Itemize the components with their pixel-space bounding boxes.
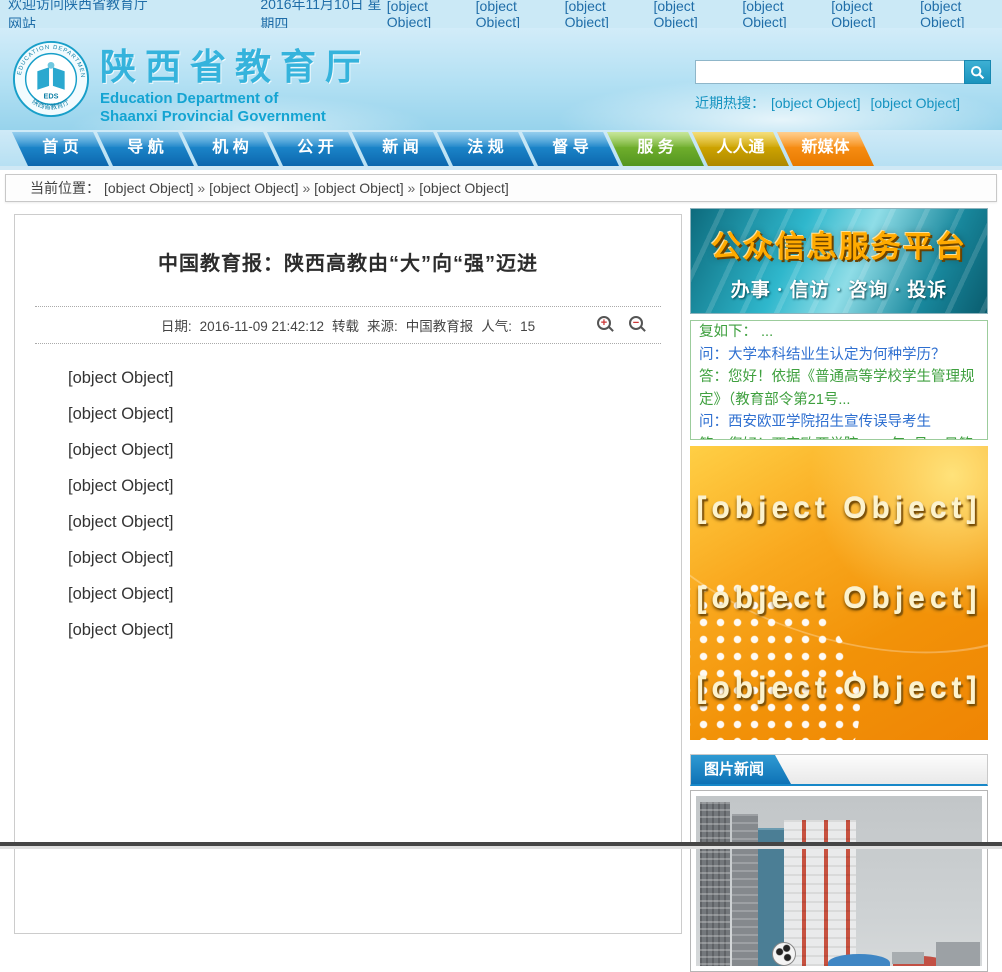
- qa-item[interactable]: 答：您好！依据《普通高等学校学生管理规定》（教育部令第21号...: [699, 366, 979, 411]
- topbar-link[interactable]: [object Object]: [831, 0, 905, 30]
- article-paragraph: [object Object]: [35, 540, 661, 576]
- agency-spirit-banner[interactable]: [object Object] [object Object] [object Ob…: [690, 446, 988, 740]
- meta-source-label: 来源:: [367, 319, 398, 334]
- logo-book-left: [37, 67, 49, 89]
- meta-views-label: 人气:: [481, 319, 512, 334]
- photo-tower-mid: [732, 814, 758, 966]
- banner2-line: [object Object]: [690, 582, 988, 616]
- zoom-in-icon[interactable]: [597, 316, 611, 330]
- banner1-subtitle: 办事 · 信访 · 咨询 · 投诉: [691, 275, 987, 302]
- photo-news-image[interactable]: [690, 790, 988, 972]
- hot-search-term[interactable]: [object Object]: [871, 95, 961, 111]
- article-panel: 中国教育报：陕西高教由“大”向“强”迈进 日期: 2016-11-09 21:42…: [14, 214, 682, 934]
- breadcrumb-item[interactable]: [object Object]: [299, 180, 404, 196]
- article-paragraph: [object Object]: [35, 612, 661, 648]
- topbar-link[interactable]: [object Object]: [565, 0, 639, 30]
- qa-list: 复如下： ...问：大学本科结业生认定为何种学历？答：您好！依据《普通高等学校学…: [690, 320, 988, 440]
- meta-date-label: 日期:: [161, 319, 192, 334]
- nav-tab[interactable]: 督 导: [522, 132, 619, 166]
- photo-soccer-ball: [772, 942, 796, 966]
- topbar-link[interactable]: [object Object]: [476, 0, 550, 30]
- site-logo: EDUCATION DEPARTMENT OF SHAANXI 陕西省教育厅 E…: [12, 40, 90, 118]
- topbar-link[interactable]: [object Object]: [387, 0, 461, 30]
- topbar-links: [object Object] [object Object] [object Ob…: [387, 0, 994, 30]
- nav-tab[interactable]: 公 开: [267, 132, 364, 166]
- nav-tab[interactable]: 首 页: [12, 132, 109, 166]
- qa-item[interactable]: 复如下： ...: [699, 321, 979, 344]
- hot-search-label: 近期热搜：: [695, 95, 765, 111]
- hot-search-row: 近期热搜： [object Object] [object Object]: [695, 93, 991, 113]
- article-paragraph: [object Object]: [35, 468, 661, 504]
- search-button[interactable]: [964, 60, 991, 84]
- article-meta: 日期: 2016-11-09 21:42:12 转载来源: 中国教育报人气: 15: [35, 306, 661, 344]
- breadcrumb: 当前位置：[object Object][object Object][obje…: [5, 174, 997, 202]
- breadcrumb-item[interactable]: [object Object]: [194, 180, 299, 196]
- logo-book-right: [53, 67, 65, 89]
- logo-emblem-icon: EDUCATION DEPARTMENT OF SHAANXI 陕西省教育厅 E…: [12, 40, 90, 118]
- site-subtitle-line2: Shaanxi Provincial Government: [100, 108, 370, 126]
- search-input[interactable]: [695, 60, 964, 84]
- topbar-link[interactable]: [object Object]: [742, 0, 816, 30]
- site-subtitle-line1: Education Department of: [100, 90, 370, 108]
- site-titles: 陕西省教育厅 Education Department of Shaanxi P…: [100, 38, 370, 126]
- nav-tab[interactable]: 法 规: [437, 132, 534, 166]
- breadcrumb-item[interactable]: [object Object]: [104, 180, 194, 196]
- article-paragraph: [object Object]: [35, 432, 661, 468]
- qa-item[interactable]: 问：西安欧亚学院招生宣传误导考生: [699, 411, 979, 434]
- sidebar: 公众信息服务平台 办事 · 信访 · 咨询 · 投诉 复如下： ...问：大学本…: [690, 208, 988, 972]
- nav-tab[interactable]: 人人通: [692, 132, 789, 166]
- article-paragraph: [object Object]: [35, 396, 661, 432]
- photo-news-header: 图片新闻: [690, 754, 988, 786]
- meta-repost: 转载: [332, 319, 359, 334]
- topbar: 欢迎访问陕西省教育厅网站 2016年11月10日 星期四 [object Obj…: [0, 0, 1002, 28]
- photo-news-title-tab: 图片新闻: [691, 755, 791, 784]
- search-area: 近期热搜： [object Object] [object Object]: [695, 60, 991, 113]
- nav-tab[interactable]: 新媒体: [777, 132, 874, 166]
- campus-photo: [696, 796, 982, 966]
- meta-date: 2016-11-09 21:42:12: [200, 319, 324, 334]
- logo-leaf: [48, 62, 55, 69]
- site-header: EDUCATION DEPARTMENT OF SHAANXI 陕西省教育厅 E…: [0, 28, 1002, 130]
- nav-tab[interactable]: 机 构: [182, 132, 279, 166]
- article-paragraph: [object Object]: [35, 576, 661, 612]
- svg-text:EDS: EDS: [43, 92, 58, 101]
- nav-tab[interactable]: 导 航: [97, 132, 194, 166]
- meta-source: 中国教育报: [406, 319, 474, 334]
- topbar-link[interactable]: [object Object]: [653, 0, 727, 30]
- public-info-service-banner[interactable]: 公众信息服务平台 办事 · 信访 · 咨询 · 投诉: [690, 208, 988, 314]
- photo-canopy-blue: [828, 954, 890, 966]
- article-body: [object Object][object Object][object Ob…: [35, 360, 661, 648]
- photo-tower-left: [700, 802, 730, 966]
- hot-search-term[interactable]: [object Object]: [771, 95, 861, 111]
- banner2-line: [object Object]: [690, 672, 988, 706]
- bottom-strip: [0, 842, 1002, 849]
- text-zoom-controls: [593, 316, 647, 330]
- search-icon: [970, 65, 985, 80]
- topbar-link[interactable]: [object Object]: [920, 0, 994, 30]
- qa-item[interactable]: 问：大学本科结业生认定为何种学历？: [699, 344, 979, 367]
- article-paragraph: [object Object]: [35, 504, 661, 540]
- nav-tab[interactable]: 服 务: [607, 132, 704, 166]
- nav-tab[interactable]: 新 闻: [352, 132, 449, 166]
- banner1-title: 公众信息服务平台: [691, 222, 987, 266]
- meta-views: 15: [520, 319, 535, 334]
- photo-far-buildings: [936, 942, 980, 966]
- article-title: 中国教育报：陕西高教由“大”向“强”迈进: [35, 247, 661, 276]
- main-nav: 首 页导 航机 构公 开新 闻法 规督 导服 务人人通新媒体: [0, 130, 1002, 170]
- banner2-line: [object Object]: [690, 492, 988, 526]
- breadcrumb-item[interactable]: [object Object]: [404, 180, 509, 196]
- breadcrumb-label: 当前位置：: [30, 180, 100, 196]
- hot-search-terms: [object Object] [object Object]: [771, 95, 970, 111]
- site-title: 陕西省教育厅: [100, 38, 370, 90]
- breadcrumb-items: [object Object][object Object][object Ob…: [104, 180, 509, 196]
- qa-item[interactable]: 答：您好！西安欧亚学院2016年7月19日答复如下：: [699, 434, 979, 441]
- zoom-out-icon[interactable]: [629, 316, 643, 330]
- article-paragraph: [object Object]: [35, 360, 661, 396]
